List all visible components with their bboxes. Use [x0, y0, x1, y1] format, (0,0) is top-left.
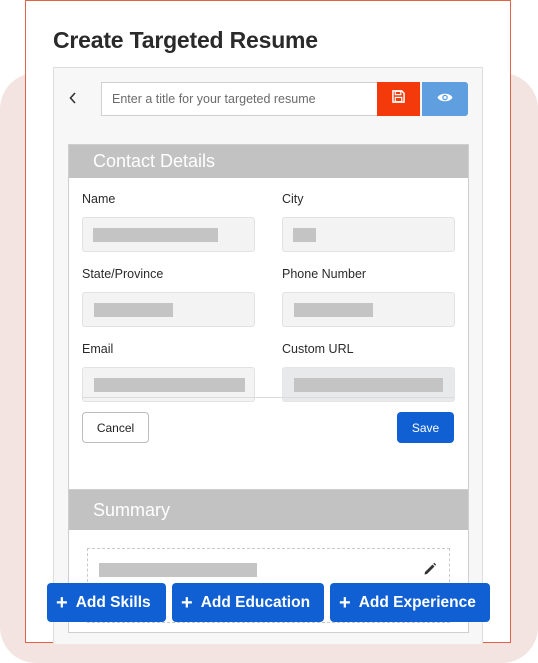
- redacted-value: [294, 303, 373, 317]
- pencil-icon: [423, 562, 437, 580]
- floppy-disk-icon: [392, 90, 405, 108]
- phone-number-input[interactable]: [282, 292, 455, 327]
- resume-editor-panel: Contact Details Name City State/Province: [53, 67, 483, 644]
- button-label: Add Skills: [75, 593, 151, 611]
- field-state-province: State/Province: [82, 267, 255, 327]
- plus-icon: +: [181, 591, 193, 614]
- redacted-value: [94, 303, 173, 317]
- city-input[interactable]: [282, 217, 455, 252]
- field-label: State/Province: [82, 267, 164, 281]
- field-city: City: [282, 192, 455, 252]
- field-label: Name: [82, 192, 116, 206]
- redacted-value: [93, 228, 218, 242]
- back-button[interactable]: [66, 90, 80, 108]
- field-custom-url: Custom URL: [282, 342, 455, 402]
- button-label: Add Experience: [358, 593, 476, 611]
- name-input[interactable]: [82, 217, 255, 252]
- state-province-input[interactable]: [82, 292, 255, 327]
- redacted-value: [294, 378, 443, 392]
- app-frame: Create Targeted Resume Enter a title for…: [25, 0, 511, 644]
- redacted-summary-text: [99, 563, 257, 577]
- contact-details-section: Contact Details Name City State/Province: [68, 144, 469, 490]
- field-label: City: [282, 192, 304, 206]
- add-experience-button[interactable]: + Add Experience: [330, 583, 490, 622]
- preview-button[interactable]: [422, 82, 468, 116]
- cancel-button[interactable]: Cancel: [82, 412, 149, 443]
- plus-icon: +: [339, 591, 351, 614]
- section-heading: Contact Details: [69, 145, 468, 178]
- button-label: Add Education: [200, 593, 311, 611]
- resume-title-input[interactable]: [101, 82, 378, 116]
- page-title: Create Targeted Resume: [53, 27, 318, 53]
- edit-summary-button[interactable]: [423, 562, 437, 576]
- field-name: Name: [82, 192, 255, 252]
- chevron-left-icon: [69, 91, 77, 107]
- add-education-button[interactable]: + Add Education: [172, 583, 324, 622]
- redacted-value: [293, 228, 316, 242]
- field-email: Email: [82, 342, 255, 402]
- toolbar: [54, 82, 482, 116]
- save-button[interactable]: Save: [397, 412, 454, 443]
- divider: [82, 397, 454, 398]
- field-phone-number: Phone Number: [282, 267, 455, 327]
- redacted-value: [94, 378, 245, 392]
- add-skills-button[interactable]: + Add Skills: [47, 583, 166, 622]
- field-label: Custom URL: [282, 342, 354, 356]
- section-heading: Summary: [69, 490, 468, 530]
- eye-icon: [437, 90, 453, 108]
- field-label: Email: [82, 342, 114, 356]
- save-title-button[interactable]: [377, 82, 420, 116]
- field-label: Phone Number: [282, 267, 367, 281]
- plus-icon: +: [56, 591, 68, 614]
